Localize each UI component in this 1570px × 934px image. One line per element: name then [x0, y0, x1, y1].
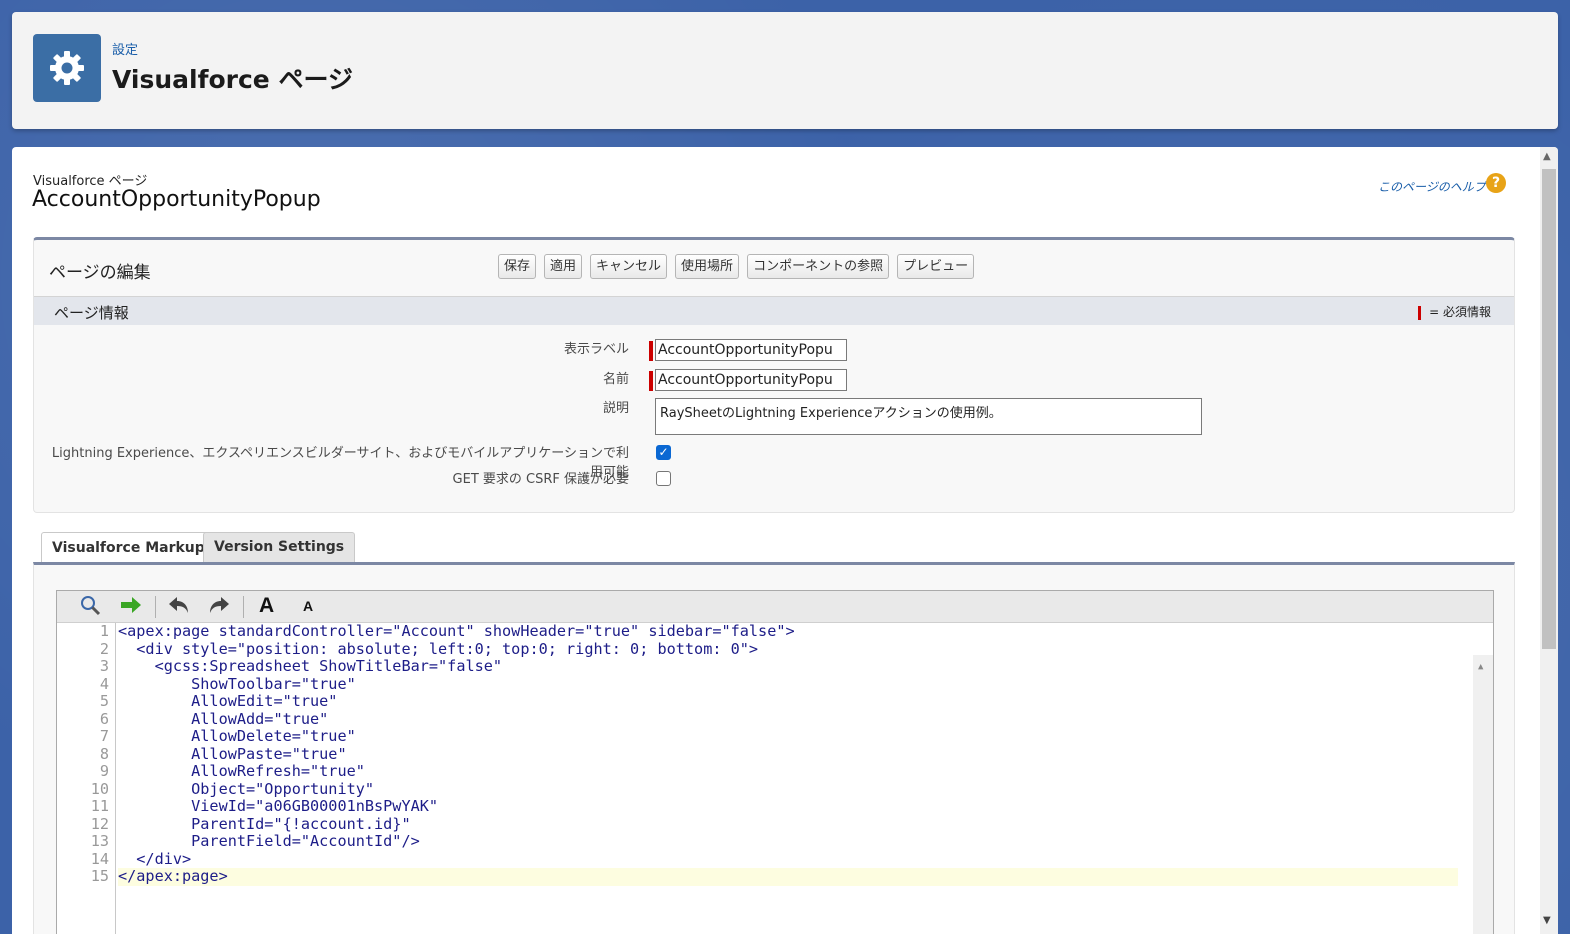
line-number: 1 [99, 622, 109, 640]
code-line: </div> [118, 849, 192, 868]
page-edit-block: ページの編集 保存 適用 キャンセル 使用場所 コンポーネントの参照 プレビュー… [33, 237, 1515, 513]
record-name: AccountOpportunityPopup [32, 187, 321, 212]
redo-icon[interactable] [207, 594, 231, 621]
line-number: 13 [90, 832, 109, 850]
scroll-up-icon[interactable]: ▲ [1543, 151, 1551, 162]
csrf-checkbox[interactable] [656, 471, 671, 486]
font-decrease-icon[interactable]: A [303, 598, 313, 614]
preview-button[interactable]: プレビュー [897, 254, 975, 279]
breadcrumb[interactable]: 設定 [112, 39, 138, 58]
name-input[interactable]: AccountOpportunityPopu [655, 369, 847, 391]
name-field-label: 名前 [602, 372, 629, 387]
line-number: 9 [99, 762, 109, 780]
font-increase-icon[interactable]: A [259, 594, 274, 618]
line-number: 10 [90, 779, 109, 798]
code-line: AllowPaste="true" [118, 744, 347, 763]
code-line: <apex:page standardController="Account" … [118, 622, 795, 640]
code-area[interactable]: 1 2 3 4 5 6 7 8 9 10 11 12 13 14 15 <ape… [57, 622, 1493, 934]
code-line: ShowToolbar="true" [118, 674, 356, 693]
required-legend-text: = 必須情報 [1429, 305, 1491, 319]
undo-icon[interactable] [167, 594, 191, 621]
lightning-availability-checkbox[interactable]: ✓ [656, 445, 671, 460]
line-number: 11 [90, 797, 109, 815]
editor-toolbar: A A [57, 591, 1493, 623]
code-line: <div style="position: absolute; left:0; … [118, 639, 759, 658]
code-line: ParentField="AccountId"/> [118, 832, 420, 850]
line-number: 14 [90, 849, 109, 868]
search-icon[interactable] [79, 594, 101, 621]
code-editor: A A 1 2 3 4 5 6 7 8 9 10 11 12 13 14 15 … [56, 590, 1494, 934]
cancel-button[interactable]: キャンセル [590, 254, 668, 279]
apply-button[interactable]: 適用 [544, 254, 583, 279]
label-field-label: 表示ラベル [563, 342, 629, 357]
description-textarea[interactable]: RaySheetのLightning Experienceアクションの使用例。 [655, 398, 1202, 435]
line-number: 5 [99, 692, 109, 710]
csrf-label: GET 要求の CSRF 保護が必要 [452, 472, 629, 487]
code-line: ParentId="{!account.id}" [118, 814, 411, 833]
code-line: AllowEdit="true" [118, 692, 338, 710]
line-number: 12 [90, 814, 109, 833]
line-number: 7 [99, 727, 109, 745]
page-title: Visualforce ページ [112, 65, 353, 94]
required-indicator [649, 341, 653, 361]
code-lines: <apex:page standardController="Account" … [118, 622, 1458, 886]
code-line: AllowAdd="true" [118, 709, 329, 728]
code-line: Object="Opportunity" [118, 779, 375, 798]
line-number: 15 [90, 867, 109, 885]
required-legend: = 必須情報 [1418, 303, 1491, 320]
required-indicator [649, 371, 653, 391]
component-reference-button[interactable]: コンポーネントの参照 [747, 254, 890, 279]
toolbar-divider [243, 596, 244, 618]
editor-scrollbar[interactable]: ▲ [1473, 655, 1493, 934]
gear-icon [33, 34, 101, 102]
save-button[interactable]: 保存 [498, 254, 537, 279]
toolbar-divider [155, 596, 156, 618]
markup-panel: A A 1 2 3 4 5 6 7 8 9 10 11 12 13 14 15 … [33, 562, 1515, 934]
code-line: AllowRefresh="true" [118, 762, 365, 780]
code-line-active: </apex:page> [118, 867, 1458, 886]
line-number: 4 [99, 674, 109, 693]
description-field-label: 説明 [602, 401, 629, 416]
main-content: Visualforce ページ AccountOpportunityPopup … [12, 147, 1558, 934]
scroll-down-icon[interactable]: ▼ [1543, 915, 1551, 926]
code-line: <gcss:Spreadsheet ShowTitleBar="false" [118, 657, 503, 675]
help-icon[interactable]: ? [1486, 173, 1506, 193]
scroll-up-icon[interactable]: ▲ [1478, 659, 1483, 677]
tab-visualforce-markup[interactable]: Visualforce Markup [41, 532, 216, 564]
line-number: 2 [99, 639, 109, 658]
tab-version-settings[interactable]: Version Settings [203, 532, 356, 562]
code-line: AllowDelete="true" [118, 727, 356, 745]
button-row: 保存 適用 キャンセル 使用場所 コンポーネントの参照 プレビュー [498, 254, 982, 279]
help-link[interactable]: このページのヘルプ [1378, 178, 1486, 195]
scrollbar-thumb[interactable] [1542, 169, 1556, 649]
code-line: ViewId="a06GB00001nBsPwYAK" [118, 797, 439, 815]
page-scrollbar[interactable]: ▲ ▼ [1540, 147, 1558, 934]
page-info-section: ページ情報 = 必須情報 [34, 296, 1514, 325]
where-used-button[interactable]: 使用場所 [675, 254, 740, 279]
line-number: 6 [99, 709, 109, 728]
line-number: 8 [99, 744, 109, 763]
edit-block-title: ページの編集 [49, 263, 151, 283]
required-marker [1418, 305, 1422, 320]
line-number: 3 [99, 657, 109, 675]
line-number-gutter: 1 2 3 4 5 6 7 8 9 10 11 12 13 14 15 [57, 622, 116, 934]
label-input[interactable]: AccountOpportunityPopu [655, 339, 847, 361]
section-title: ページ情報 [54, 304, 129, 322]
goto-line-icon[interactable] [119, 594, 143, 621]
setup-header: 設定 Visualforce ページ [12, 12, 1558, 129]
